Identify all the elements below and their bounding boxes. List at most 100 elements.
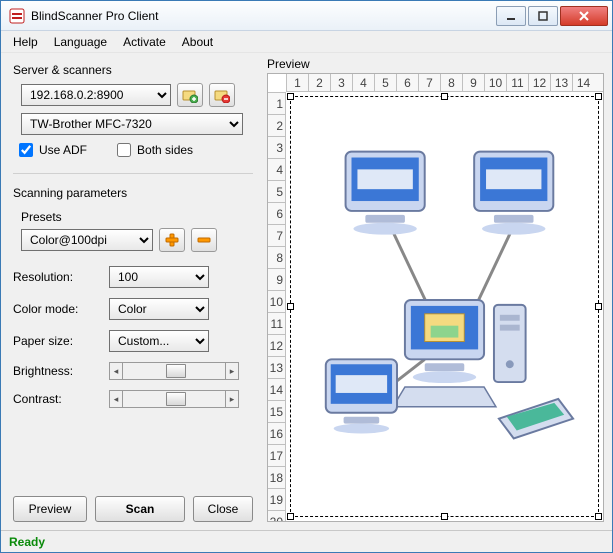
both-sides-label: Both sides [137, 143, 193, 157]
contrast-slider[interactable]: ◂ ▸ [109, 390, 239, 408]
brightness-slider[interactable]: ◂ ▸ [109, 362, 239, 380]
menu-about[interactable]: About [176, 33, 219, 51]
handle-n[interactable] [441, 93, 448, 100]
handle-se[interactable] [595, 513, 602, 520]
ruler-tick: 17 [268, 444, 285, 466]
ruler-tick: 11 [506, 74, 528, 91]
ruler-tick: 1 [286, 74, 308, 91]
ruler-tick: 10 [484, 74, 506, 91]
ruler-tick: 3 [330, 74, 352, 91]
remove-preset-button[interactable] [191, 228, 217, 252]
server-address-select[interactable]: 192.168.0.2:8900 [21, 84, 171, 106]
color-mode-label: Color mode: [13, 302, 109, 316]
app-icon [9, 8, 25, 24]
handle-ne[interactable] [595, 93, 602, 100]
scan-button[interactable]: Scan [95, 496, 185, 522]
separator [13, 173, 253, 174]
ruler-tick: 7 [418, 74, 440, 91]
preview-button[interactable]: Preview [13, 496, 87, 522]
preview-canvas[interactable] [286, 92, 603, 521]
ruler-tick: 12 [528, 74, 550, 91]
ruler-tick: 4 [268, 158, 285, 180]
ruler-tick: 5 [268, 180, 285, 202]
both-sides-checkbox[interactable] [117, 143, 131, 157]
close-button[interactable]: Close [193, 496, 253, 522]
ruler-tick: 12 [268, 334, 285, 356]
close-window-button[interactable] [560, 6, 608, 26]
brightness-label: Brightness: [13, 364, 109, 378]
preview-label: Preview [267, 57, 604, 71]
slider-right-arrow[interactable]: ▸ [225, 390, 239, 408]
ruler-tick: 5 [374, 74, 396, 91]
presets-label: Presets [21, 210, 253, 224]
ruler-tick: 18 [268, 466, 285, 488]
handle-w[interactable] [287, 303, 294, 310]
handle-s[interactable] [441, 513, 448, 520]
status-text: Ready [9, 535, 45, 549]
plus-folder-icon [182, 87, 198, 103]
ruler-tick: 8 [268, 246, 285, 268]
titlebar[interactable]: BlindScanner Pro Client [1, 1, 612, 31]
ruler-tick: 13 [268, 356, 285, 378]
preview-frame: 1234567891011121314 12345678910111213141… [267, 73, 604, 522]
contrast-label: Contrast: [13, 392, 109, 406]
app-window: BlindScanner Pro Client Help Language Ac… [0, 0, 613, 553]
slider-thumb[interactable] [166, 392, 186, 406]
paper-size-label: Paper size: [13, 334, 109, 348]
slider-left-arrow[interactable]: ◂ [109, 362, 123, 380]
paper-size-select[interactable]: Custom... [109, 330, 209, 352]
add-server-button[interactable] [177, 83, 203, 107]
preview-image [306, 112, 583, 488]
slider-track[interactable] [123, 362, 225, 380]
minus-folder-icon [214, 87, 230, 103]
ruler-tick: 13 [550, 74, 572, 91]
use-adf-checkbox[interactable] [19, 143, 33, 157]
preview-panel: Preview 1234567891011121314 123456789101… [263, 53, 612, 530]
preset-select[interactable]: Color@100dpi [21, 229, 153, 251]
window-title: BlindScanner Pro Client [31, 9, 496, 23]
ruler-tick: 7 [268, 224, 285, 246]
slider-track[interactable] [123, 390, 225, 408]
add-preset-button[interactable] [159, 228, 185, 252]
ruler-tick: 3 [268, 136, 285, 158]
use-adf-label: Use ADF [39, 143, 87, 157]
ruler-tick: 9 [268, 268, 285, 290]
remove-server-button[interactable] [209, 83, 235, 107]
minimize-button[interactable] [496, 6, 526, 26]
ruler-horizontal: 1234567891011121314 [286, 74, 603, 92]
settings-panel: Server & scanners 192.168.0.2:8900 TW-Br… [1, 53, 263, 530]
action-buttons: Preview Scan Close [13, 484, 253, 522]
color-mode-select[interactable]: Color [109, 298, 209, 320]
ruler-tick: 8 [440, 74, 462, 91]
ruler-tick: 1 [268, 92, 285, 114]
minus-icon [197, 233, 211, 247]
ruler-tick: 2 [268, 114, 285, 136]
server-group-label: Server & scanners [13, 63, 253, 77]
ruler-tick: 19 [268, 488, 285, 510]
menu-help[interactable]: Help [7, 33, 44, 51]
slider-right-arrow[interactable]: ▸ [225, 362, 239, 380]
statusbar: Ready [1, 530, 612, 552]
handle-nw[interactable] [287, 93, 294, 100]
resolution-select[interactable]: 100 [109, 266, 209, 288]
scanner-select[interactable]: TW-Brother MFC-7320 [21, 113, 243, 135]
window-controls [496, 6, 608, 26]
menu-activate[interactable]: Activate [117, 33, 172, 51]
maximize-button[interactable] [528, 6, 558, 26]
ruler-tick: 14 [268, 378, 285, 400]
ruler-tick: 9 [462, 74, 484, 91]
slider-left-arrow[interactable]: ◂ [109, 390, 123, 408]
main-body: Server & scanners 192.168.0.2:8900 TW-Br… [1, 53, 612, 530]
slider-thumb[interactable] [166, 364, 186, 378]
handle-sw[interactable] [287, 513, 294, 520]
ruler-tick: 10 [268, 290, 285, 312]
ruler-tick: 11 [268, 312, 285, 334]
menubar: Help Language Activate About [1, 31, 612, 53]
menu-language[interactable]: Language [48, 33, 113, 51]
ruler-vertical: 123456789101112131415161718192021 [268, 92, 286, 521]
handle-e[interactable] [595, 303, 602, 310]
resolution-label: Resolution: [13, 270, 109, 284]
plus-icon [165, 233, 179, 247]
ruler-tick: 14 [572, 74, 594, 91]
ruler-tick: 2 [308, 74, 330, 91]
